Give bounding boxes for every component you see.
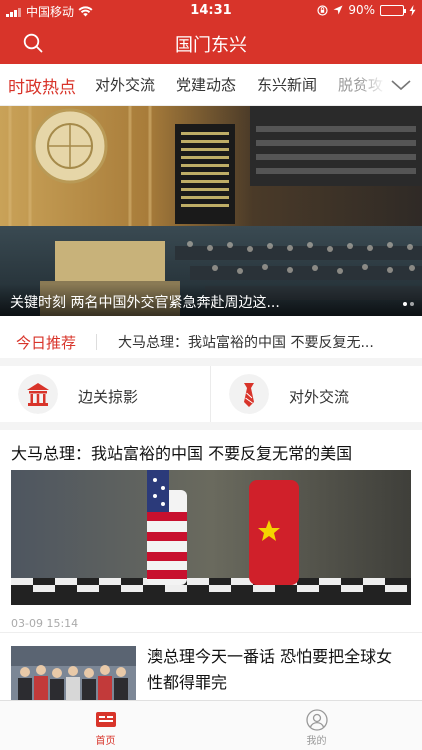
news-title: 大马总理：我站富裕的中国 不要反复无常的美国 bbox=[11, 444, 353, 463]
tab-home[interactable]: 首页 bbox=[0, 701, 211, 750]
charging-icon bbox=[409, 4, 416, 16]
banner-caption: 关键时刻 两名中国外交官紧急奔赴周边这... bbox=[0, 284, 422, 316]
today-recommend[interactable]: 今日推荐 大马总理：我站富裕的中国 不要反复无... bbox=[0, 318, 422, 366]
tabs-fade-mask bbox=[360, 64, 386, 105]
tab-profile[interactable]: 我的 bbox=[211, 701, 422, 750]
tab-label: 我的 bbox=[306, 736, 327, 747]
news-title: 澳总理今天一番话 恐怕要把全球女性都得罪完 bbox=[147, 647, 393, 692]
news-card[interactable]: 大马总理：我站富裕的中国 不要反复无常的美国 03-09 15:14 bbox=[0, 430, 422, 633]
home-icon bbox=[96, 712, 116, 727]
quick-links: 边关掠影 对外交流 bbox=[0, 366, 422, 430]
quick-link-label: 边关掠影 bbox=[78, 388, 139, 406]
tab-label: 首页 bbox=[95, 736, 116, 747]
status-bar: 中国移动 14:31 90% bbox=[0, 0, 422, 22]
today-headline[interactable]: 大马总理：我站富裕的中国 不要反复无... bbox=[118, 332, 403, 352]
bottom-tab-bar: 首页 我的 bbox=[0, 700, 422, 750]
nav-bar: 国门东兴 bbox=[0, 22, 422, 64]
tab-foreign-exchange[interactable]: 对外交流 bbox=[95, 74, 155, 95]
tab-current-affairs[interactable]: 时政热点 bbox=[8, 73, 76, 98]
category-tabs: 时政热点 对外交流 党建动态 东兴新闻 脱贫攻 bbox=[0, 64, 422, 106]
banner-carousel[interactable]: 关键时刻 两名中国外交官紧急奔赴周边这... bbox=[0, 106, 422, 316]
tab-dongxing-news[interactable]: 东兴新闻 bbox=[257, 74, 317, 95]
location-icon bbox=[333, 5, 343, 15]
battery-percent: 90% bbox=[348, 3, 375, 17]
today-label: 今日推荐 bbox=[16, 334, 77, 352]
carousel-dot bbox=[410, 302, 414, 306]
quick-link-label: 对外交流 bbox=[289, 388, 350, 406]
news-card[interactable]: 澳总理今天一番话 恐怕要把全球女性都得罪完 bbox=[0, 634, 422, 700]
quick-link-foreign-exchange[interactable]: 对外交流 bbox=[211, 366, 422, 422]
gate-icon bbox=[18, 374, 58, 414]
quick-link-border-scenes[interactable]: 边关掠影 bbox=[0, 366, 211, 422]
divider bbox=[96, 334, 97, 350]
tab-party-building[interactable]: 党建动态 bbox=[176, 74, 236, 95]
page-title: 国门东兴 bbox=[175, 35, 247, 56]
news-thumbnail bbox=[11, 646, 136, 700]
carousel-dot bbox=[403, 302, 407, 306]
user-icon bbox=[306, 709, 328, 731]
orientation-lock-icon bbox=[317, 4, 328, 16]
battery-icon bbox=[380, 4, 406, 16]
tie-icon bbox=[229, 374, 269, 414]
news-image bbox=[11, 470, 411, 605]
news-date: 03-09 15:14 bbox=[11, 617, 79, 630]
carousel-dots bbox=[403, 302, 414, 306]
chevron-down-icon[interactable] bbox=[390, 74, 412, 96]
